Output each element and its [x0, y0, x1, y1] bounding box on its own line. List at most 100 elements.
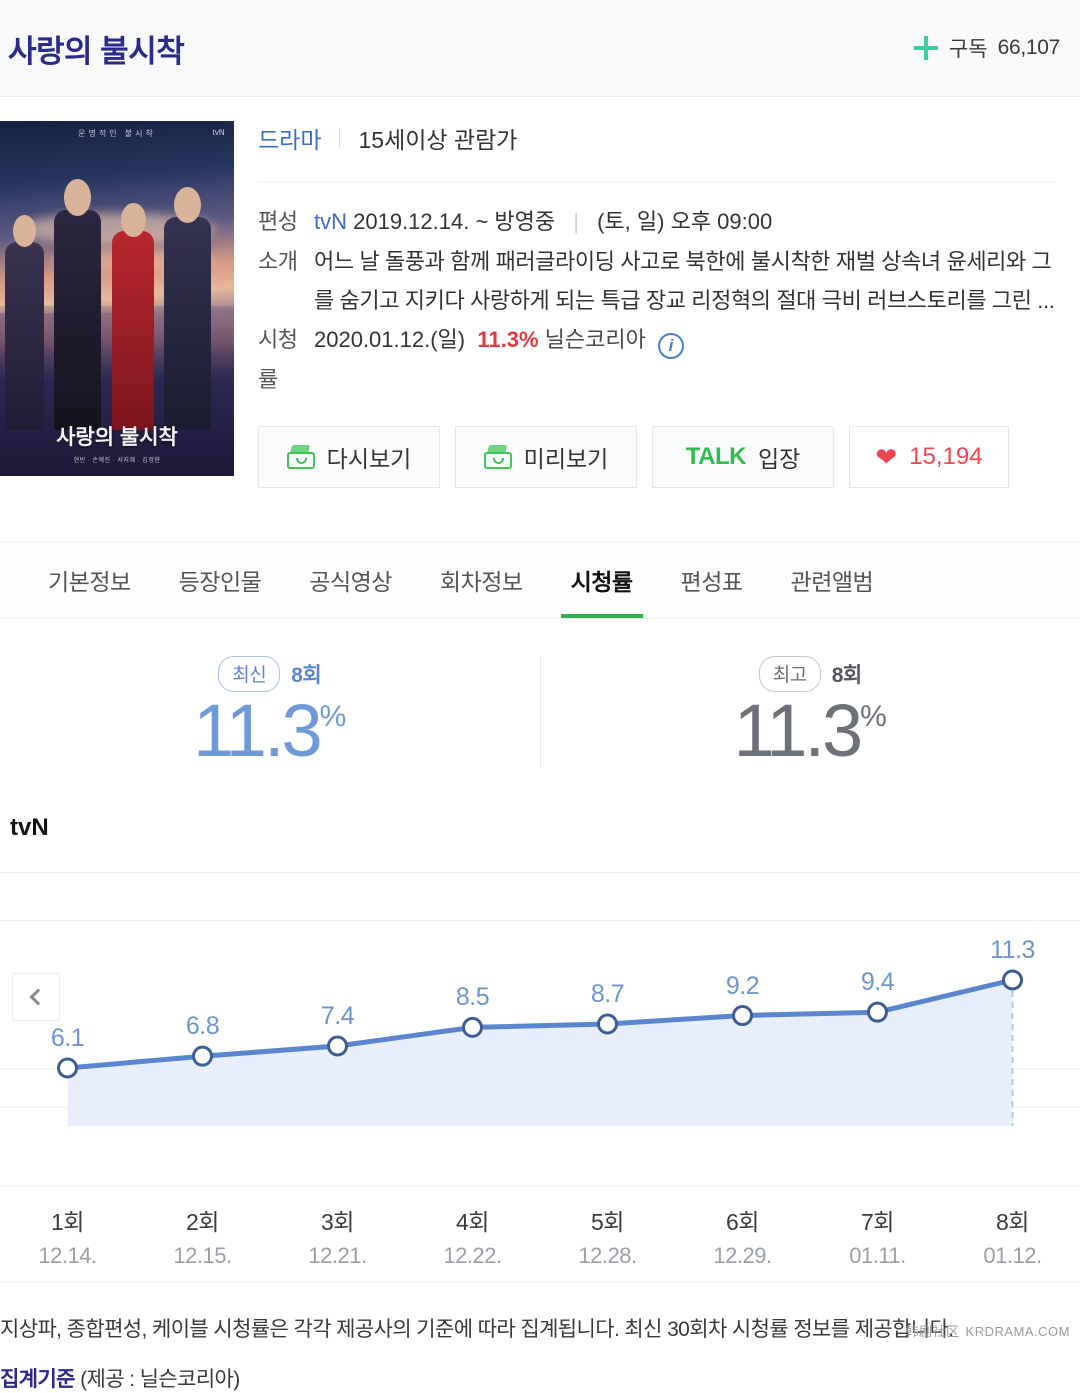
- page-header: 사랑의 불시착 구독 66,107: [0, 0, 1080, 97]
- rating-label: 시청률: [258, 320, 314, 400]
- chart-channel-label: tvN: [0, 804, 1080, 856]
- rating-provider: 닐슨코리아: [545, 327, 646, 352]
- chart-data-point[interactable]: [329, 1037, 347, 1055]
- synopsis-line-2: 를 숨기고 지키다 사랑하게 되는 특급 장교 리정혁의 절대 극비 러브스토리…: [314, 288, 1054, 313]
- broadcast-label: 편성: [258, 202, 314, 242]
- rating-row: 시청률 2020.01.12.(일) 11.3% 닐슨코리아 i: [258, 320, 1056, 400]
- info-circle-icon[interactable]: i: [658, 333, 684, 359]
- chart-point-label: 9.4: [861, 968, 894, 997]
- page-title: 사랑의 불시착: [8, 26, 184, 71]
- poster-figure-head: [64, 179, 91, 216]
- x-axis-tick: 5회12.28.: [540, 1187, 675, 1282]
- chart-point-label: 7.4: [321, 1002, 354, 1031]
- x-axis-date: 12.29.: [713, 1243, 771, 1269]
- highest-rating-header: 최고 8회: [759, 656, 862, 692]
- x-axis-episode: 4회: [456, 1203, 489, 1237]
- subscribe-count: 66,107: [998, 36, 1060, 60]
- tv-box-icon: [287, 445, 315, 469]
- watermark-site: KRDRAMA.COM: [966, 1324, 1070, 1339]
- tab-related-albums[interactable]: 관련앨범: [767, 542, 898, 618]
- preview-label: 미리보기: [524, 440, 609, 474]
- footer-criteria: 집계기준 (제공 : 닐슨코리아): [0, 1363, 1080, 1393]
- poster-network-badge: tvN: [213, 128, 225, 137]
- latest-rating-number: 11.3: [193, 689, 320, 772]
- preview-button[interactable]: 미리보기: [455, 426, 637, 488]
- poster-figure: [5, 242, 45, 430]
- rating-percent: 11.3%: [477, 327, 538, 352]
- highest-rating-unit: %: [860, 700, 887, 733]
- broadcast-airtime: (토, 일) 오후 09:00: [597, 209, 772, 234]
- highest-rating-cell: 최고 8회 11.3%: [541, 656, 1080, 768]
- x-axis-date: 01.12.: [983, 1243, 1041, 1269]
- heart-icon: ❤: [875, 444, 897, 470]
- chart-point-label: 6.8: [186, 1012, 219, 1041]
- chart-data-point[interactable]: [869, 1003, 887, 1021]
- poster-figure: [112, 231, 154, 430]
- chart-point-label: 9.2: [726, 972, 759, 1001]
- plus-icon: [913, 35, 939, 61]
- tab-basic-info[interactable]: 기본정보: [24, 542, 155, 618]
- like-button[interactable]: ❤ 15,194: [849, 426, 1009, 488]
- latest-rating-value: 11.3%: [193, 694, 346, 768]
- action-buttons: 다시보기 미리보기 TALK 입장 ❤ 15,194: [258, 426, 1056, 488]
- x-axis-tick: 3회 12.21.: [270, 1187, 405, 1282]
- poster-figure: [164, 217, 211, 430]
- rewatch-button[interactable]: 다시보기: [258, 426, 440, 488]
- genre-row: 드라마 15세이상 관람가: [258, 121, 1056, 182]
- ratings-chart: 6.16.87.48.58.79.29.411.3: [0, 856, 1080, 1186]
- tab-schedule[interactable]: 편성표: [657, 542, 767, 618]
- tv-box-icon: [484, 445, 512, 469]
- criteria-link[interactable]: 집계기준: [0, 1368, 75, 1391]
- chart-point-label: 6.1: [51, 1024, 84, 1053]
- highest-episode: 8회: [832, 659, 862, 689]
- highest-chip: 최고: [759, 656, 821, 692]
- poster-title: 사랑의 불시착: [0, 421, 234, 451]
- synopsis-line-1: 어느 날 돌풍과 함께 패러글라이딩 사고로 북한에 불시착한 재벌 상속녀 윤…: [314, 249, 1051, 274]
- chart-prev-button[interactable]: [12, 973, 60, 1021]
- chart-data-point[interactable]: [734, 1007, 752, 1025]
- x-axis-tick: 6회12.29.: [675, 1187, 810, 1282]
- latest-episode: 8회: [291, 659, 321, 689]
- x-axis-episode: 5회: [591, 1203, 624, 1237]
- broadcast-row: 편성 tvN 2019.12.14. ~ 방영중 | (토, 일) 오후 09:…: [258, 202, 1056, 242]
- talk-label: 입장: [758, 440, 800, 474]
- criteria-provider: (제공 : 닐슨코리아): [80, 1368, 240, 1391]
- channel-link[interactable]: tvN: [314, 209, 347, 234]
- x-axis-episode: 1회: [51, 1203, 84, 1237]
- talk-enter-button[interactable]: TALK 입장: [652, 426, 834, 488]
- poster-figure-head: [121, 203, 145, 237]
- meta-rows: 편성 tvN 2019.12.14. ~ 방영중 | (토, 일) 오후 09:…: [258, 182, 1056, 400]
- tab-characters[interactable]: 등장인물: [155, 542, 286, 618]
- chart-plot: [0, 856, 1080, 1126]
- tab-episode-info[interactable]: 회차정보: [416, 542, 547, 618]
- x-axis-tick: 2회12.15.: [135, 1187, 270, 1282]
- poster-figure: [54, 210, 101, 430]
- watermark-cn: 韩剧社区: [906, 1324, 960, 1339]
- chart-data-point[interactable]: [464, 1018, 482, 1036]
- tab-official-video[interactable]: 공식영상: [285, 542, 416, 618]
- x-axis-date: 12.21.: [308, 1243, 366, 1269]
- poster-top-text: 운명적인 불시착: [0, 128, 234, 139]
- chart-data-point[interactable]: [59, 1059, 77, 1077]
- chart-data-point[interactable]: [1004, 971, 1022, 989]
- latest-chip: 최신: [218, 656, 280, 692]
- talk-icon: TALK: [686, 443, 746, 471]
- chart-point-label: 8.5: [456, 983, 489, 1012]
- chart-data-point[interactable]: [194, 1047, 212, 1065]
- rating-value: 2020.01.12.(일) 11.3% 닐슨코리아 i: [314, 320, 1056, 400]
- poster-image[interactable]: 운명적인 불시착 tvN 사랑의 불시착 현빈 · 손예진 · 서지혜 · 김정…: [0, 121, 234, 476]
- x-axis-episode: 3회: [321, 1203, 354, 1237]
- subscribe-label: 구독: [949, 33, 988, 63]
- tab-bar: 기본정보 등장인물 공식영상 회차정보 시청률 편성표 관련앨범: [0, 541, 1080, 619]
- x-axis-tick: 4회 12.22.: [405, 1187, 540, 1282]
- subscribe-button[interactable]: 구독 66,107: [913, 33, 1060, 63]
- genre-link[interactable]: 드라마: [258, 121, 321, 155]
- x-axis-episode: 8회: [996, 1203, 1029, 1237]
- x-axis-episode: 7회: [861, 1203, 894, 1237]
- x-axis-date: 12.22.: [443, 1243, 501, 1269]
- chart-data-point[interactable]: [599, 1015, 617, 1033]
- tab-ratings[interactable]: 시청률: [547, 542, 657, 618]
- latest-rating-unit: %: [320, 700, 347, 733]
- x-axis-date: 12.15.: [173, 1243, 231, 1269]
- synopsis-value: 어느 날 돌풍과 함께 패러글라이딩 사고로 북한에 불시착한 재벌 상속녀 윤…: [314, 242, 1056, 320]
